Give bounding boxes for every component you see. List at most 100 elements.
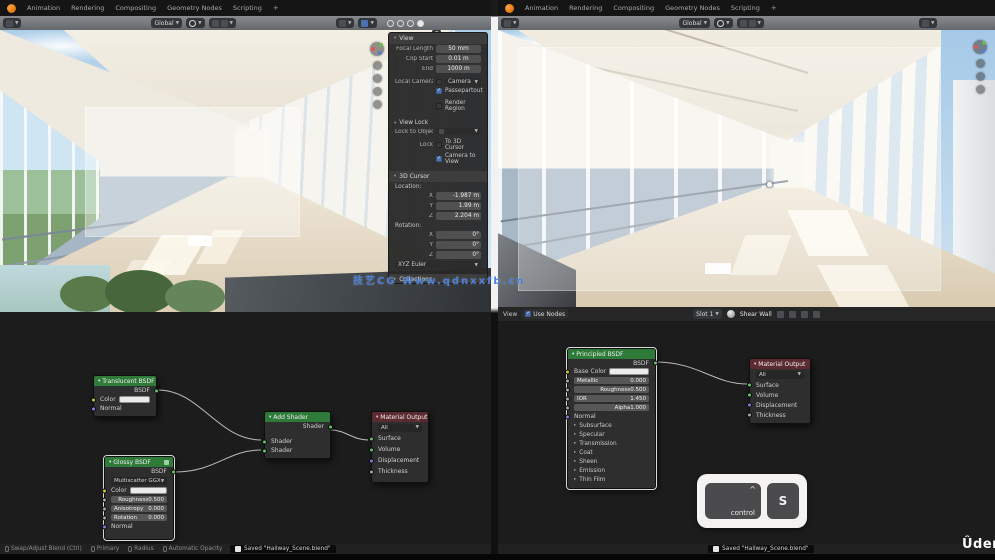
overlays-dropdown[interactable]: ▼ — [208, 18, 237, 28]
principled-section-row[interactable]: ▸ Subsurface — [568, 421, 655, 430]
workspace-tab[interactable]: Scripting — [731, 4, 760, 12]
cursor-rotation-y[interactable]: 0° — [436, 241, 481, 249]
input-socket[interactable] — [747, 402, 752, 408]
cursor-location-x[interactable]: -1.987 m — [436, 192, 481, 200]
new-material-button[interactable] — [800, 310, 808, 318]
workspace-tab[interactable]: Compositing — [613, 4, 654, 12]
clip-start-field[interactable]: 0.01 m — [436, 55, 481, 63]
input-socket-normal[interactable] — [102, 524, 107, 529]
input-socket-color[interactable] — [102, 488, 107, 493]
input-socket[interactable] — [369, 436, 374, 441]
add-workspace-button[interactable]: + — [771, 4, 777, 12]
material-slot-dropdown[interactable]: Slot 1 ▼ — [693, 309, 722, 319]
input-socket[interactable] — [369, 469, 374, 474]
navigation-axis-gizmo[interactable] — [370, 42, 384, 56]
workspace-tab[interactable]: Rendering — [71, 4, 104, 12]
snapping-dropdown[interactable]: ▼ — [714, 18, 733, 28]
workspace-tab[interactable]: Animation — [27, 4, 60, 12]
input-socket[interactable] — [747, 392, 752, 398]
node-glossy-bsdf[interactable]: ▾ Glossy BSDF BSDF Multiscatter GGX ▼ Colo… — [102, 455, 176, 541]
camera-view-icon[interactable] — [976, 85, 985, 94]
view-lock-subpanel-header[interactable]: ▾ View Lock — [389, 118, 487, 127]
node-header[interactable]: ▾ Material Output — [372, 412, 428, 422]
material-users-button[interactable] — [776, 310, 784, 318]
workspace-tab[interactable]: Scripting — [233, 4, 262, 12]
color-swatch[interactable] — [118, 396, 150, 403]
workspace-tab[interactable]: Rendering — [569, 4, 602, 12]
input-socket-ior[interactable] — [565, 396, 570, 401]
input-socket-normal[interactable] — [91, 406, 96, 411]
local-camera-checkbox[interactable] — [436, 79, 442, 85]
input-socket[interactable] — [747, 382, 752, 388]
zoom-icon[interactable] — [373, 61, 382, 70]
input-socket-color[interactable] — [91, 397, 96, 402]
passepartout-checkbox[interactable]: ✓ — [436, 88, 442, 94]
node-material-output[interactable]: ▾ Material Output All ▼ Surface Volume Displ… — [747, 358, 811, 424]
local-camera-dropdown[interactable]: Camera ▼ — [445, 78, 481, 86]
camera-view-icon[interactable] — [373, 87, 382, 96]
distribution-dropdown[interactable]: Multiscatter GGX ▼ — [111, 477, 168, 485]
input-socket-alpha[interactable] — [565, 405, 570, 410]
input-socket-base-color[interactable] — [565, 369, 570, 374]
color-swatch[interactable] — [129, 487, 167, 494]
principled-section-row[interactable]: ▸ Specular — [568, 430, 655, 439]
cursor-rotation-z[interactable]: 0° — [436, 251, 481, 259]
panel-header-view[interactable]: ▾ View — [389, 33, 487, 44]
output-socket-bsdf[interactable] — [171, 469, 176, 474]
blender-logo-icon[interactable] — [505, 3, 514, 13]
node-header[interactable]: ▾ Add Shader — [265, 412, 330, 422]
cursor-location-y[interactable]: 1.99 m — [436, 202, 481, 210]
pan-hand-icon[interactable] — [373, 74, 382, 83]
panel-header-3d-cursor[interactable]: ▾ 3D Cursor — [389, 171, 487, 182]
snapping-dropdown[interactable]: ▼ — [186, 18, 205, 28]
render-region-checkbox[interactable] — [436, 103, 442, 109]
principled-section-row[interactable]: ▸ Thin Film — [568, 475, 655, 484]
ior-slider[interactable]: IOR 1.450 — [574, 395, 649, 402]
input-socket-shader-2[interactable] — [262, 448, 267, 453]
node-header[interactable]: ▾ Translucent BSDF — [94, 376, 156, 386]
node-header[interactable]: ▾ Principled BSDF — [568, 349, 655, 359]
cursor-rotation-x[interactable]: 0° — [436, 231, 481, 239]
anisotropy-slider[interactable]: Anisotropy 0.000 — [111, 505, 167, 512]
snap-magnet-button[interactable]: ▼ — [336, 18, 355, 28]
workspace-tab[interactable]: Compositing — [115, 4, 156, 12]
overlays-dropdown[interactable]: ▼ — [736, 18, 765, 28]
unlink-material-button[interactable] — [812, 310, 820, 318]
editor-type-menu[interactable]: ▼ — [501, 18, 520, 28]
node-add-shader[interactable]: ▾ Add Shader Shader Shader Shader — [262, 411, 333, 459]
base-color-swatch[interactable] — [609, 368, 649, 375]
fake-user-shield-button[interactable] — [788, 310, 796, 318]
view-menu[interactable]: View — [503, 311, 517, 318]
input-socket-roughness[interactable] — [102, 497, 107, 502]
node-material-output[interactable]: ▾ Material Output All ▼ Surface Volume Displ… — [369, 411, 429, 483]
principled-section-row[interactable]: ▸ Transmission — [568, 439, 655, 448]
metallic-slider[interactable]: Metallic 0.000 — [574, 377, 649, 384]
to-3d-cursor-checkbox[interactable] — [436, 142, 442, 148]
input-socket[interactable] — [747, 412, 752, 418]
input-socket-rotation[interactable] — [102, 515, 107, 520]
output-socket-shader[interactable] — [328, 424, 333, 429]
shader-editor[interactable]: ▾ Translucent BSDF BSDF Color Normal ▾ Add… — [0, 312, 491, 544]
zoom-icon[interactable] — [976, 59, 985, 68]
rotation-mode-dropdown[interactable]: XYZ Euler ▼ — [395, 261, 481, 269]
output-socket-bsdf[interactable] — [653, 360, 658, 366]
workspace-tab[interactable]: Geometry Nodes — [167, 4, 222, 12]
shading-wireframe-icon[interactable] — [386, 19, 394, 27]
output-target-dropdown[interactable]: All ▼ — [378, 423, 422, 432]
ortho-toggle-icon[interactable] — [373, 100, 382, 109]
principled-section-row[interactable]: ▸ Coat — [568, 448, 655, 457]
transform-orientation-dropdown[interactable]: Global ▼ — [151, 18, 183, 28]
cursor-location-z[interactable]: 2.204 m — [436, 212, 481, 220]
3d-viewport[interactable] — [498, 30, 995, 307]
principled-section-row[interactable]: ▸ Emission — [568, 466, 655, 475]
principled-section-row[interactable]: ▸ Sheen — [568, 457, 655, 466]
node-translucent-bsdf[interactable]: ▾ Translucent BSDF BSDF Color Normal — [91, 375, 159, 417]
input-socket-anisotropy[interactable] — [102, 506, 107, 511]
blender-logo-icon[interactable] — [7, 3, 16, 13]
alpha-slider[interactable]: Alpha 1.000 — [574, 404, 649, 411]
output-socket-bsdf[interactable] — [154, 388, 159, 393]
use-nodes-toggle[interactable]: ✓ Use Nodes — [522, 309, 569, 319]
focal-length-field[interactable]: 50 mm — [436, 45, 481, 53]
material-name[interactable]: Shear Wall — [740, 311, 772, 318]
navigation-axis-gizmo[interactable] — [973, 40, 987, 54]
